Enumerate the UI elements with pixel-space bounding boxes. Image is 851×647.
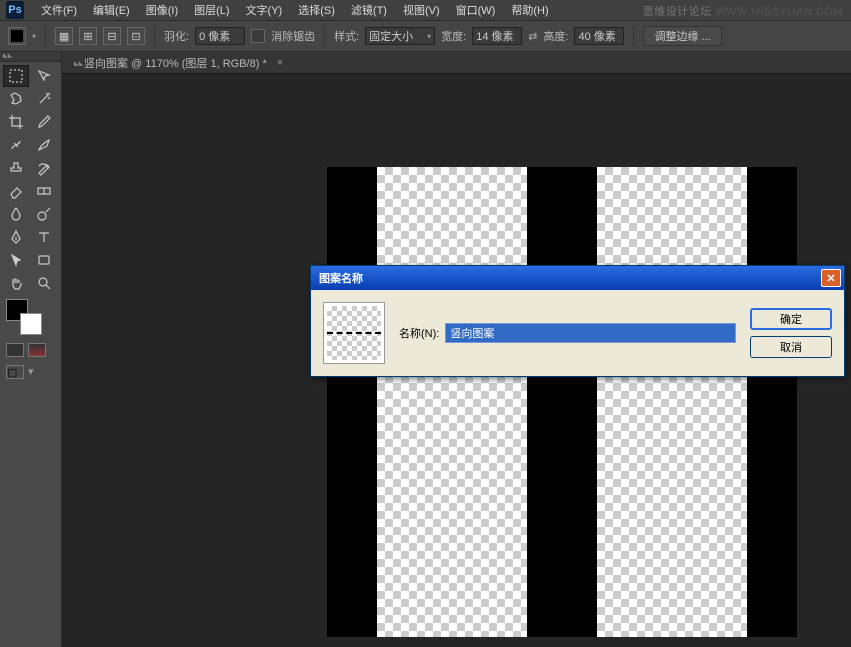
menu-type[interactable]: 文字(Y) bbox=[239, 0, 290, 20]
menu-help[interactable]: 帮助(H) bbox=[504, 0, 555, 20]
wand-tool-icon[interactable] bbox=[31, 88, 57, 110]
height-label: 高度: bbox=[543, 28, 568, 44]
brush-tool-icon[interactable] bbox=[31, 134, 57, 156]
options-bar: ▾ ▦ ⊞ ⊟ ⊡ 羽化: 消除锯齿 样式: 固定大小▾ 宽度: ⇄ 高度: 调… bbox=[0, 20, 851, 52]
swap-wh-icon[interactable]: ⇄ bbox=[528, 30, 537, 43]
menu-window[interactable]: 窗口(W) bbox=[449, 0, 503, 20]
menu-bar: Ps 文件(F) 编辑(E) 图像(I) 图层(L) 文字(Y) 选择(S) 滤… bbox=[0, 0, 851, 20]
antialias-checkbox[interactable] bbox=[251, 29, 265, 43]
crop-tool-icon[interactable] bbox=[3, 111, 29, 133]
close-icon[interactable]: ✕ bbox=[821, 269, 841, 287]
style-label: 样式: bbox=[334, 28, 359, 44]
pattern-name-dialog: 图案名称 ✕ 名称(N): 竖向图案 确定 取消 bbox=[310, 265, 845, 377]
refine-edge-button[interactable]: 调整边缘 ... bbox=[643, 26, 721, 46]
history-brush-tool-icon[interactable] bbox=[31, 157, 57, 179]
document-tab[interactable]: ◣◣ 竖向图案 @ 1170% (图层 1, RGB/8) * × bbox=[62, 52, 851, 74]
watermark: 思维设计论坛 WWW.MISSYUAN.COM bbox=[643, 3, 843, 19]
menu-file[interactable]: 文件(F) bbox=[34, 0, 84, 20]
zoom-tool-icon[interactable] bbox=[31, 272, 57, 294]
quickmask-mode-icon[interactable] bbox=[28, 343, 46, 357]
menu-edit[interactable]: 编辑(E) bbox=[86, 0, 137, 20]
type-tool-icon[interactable] bbox=[31, 226, 57, 248]
name-field-label: 名称(N): bbox=[399, 325, 439, 341]
document-tab-label: 竖向图案 @ 1170% (图层 1, RGB/8) * bbox=[84, 55, 267, 71]
menu-layer[interactable]: 图层(L) bbox=[187, 0, 236, 20]
screen-mode-icon[interactable]: ▢ bbox=[6, 365, 24, 379]
bool-add-icon[interactable]: ⊞ bbox=[79, 27, 97, 45]
tools-panel: ▢ ▾ bbox=[0, 52, 62, 647]
app-logo: Ps bbox=[6, 1, 24, 19]
feather-input[interactable] bbox=[195, 27, 245, 45]
canvas[interactable] bbox=[327, 167, 797, 637]
shape-tool-icon[interactable] bbox=[31, 249, 57, 271]
color-swatches[interactable] bbox=[0, 297, 61, 341]
standard-mode-icon[interactable] bbox=[6, 343, 24, 357]
marquee-preset-icon[interactable] bbox=[8, 27, 26, 45]
blur-tool-icon[interactable] bbox=[3, 203, 29, 225]
dialog-titlebar[interactable]: 图案名称 ✕ bbox=[311, 266, 844, 290]
bool-subtract-icon[interactable]: ⊟ bbox=[103, 27, 121, 45]
pattern-preview bbox=[323, 302, 385, 364]
pen-tool-icon[interactable] bbox=[3, 226, 29, 248]
marquee-tool-icon[interactable] bbox=[3, 65, 29, 87]
preset-dropdown-icon[interactable]: ▾ bbox=[32, 32, 36, 41]
background-swatch[interactable] bbox=[20, 313, 42, 335]
height-input[interactable] bbox=[574, 27, 624, 45]
menu-select[interactable]: 选择(S) bbox=[291, 0, 342, 20]
style-dropdown[interactable]: 固定大小▾ bbox=[365, 27, 435, 45]
pattern-name-input[interactable]: 竖向图案 bbox=[445, 323, 736, 343]
lasso-tool-icon[interactable] bbox=[3, 88, 29, 110]
dodge-tool-icon[interactable] bbox=[31, 203, 57, 225]
width-label: 宽度: bbox=[441, 28, 466, 44]
menu-filter[interactable]: 滤镜(T) bbox=[344, 0, 394, 20]
width-input[interactable] bbox=[472, 27, 522, 45]
cancel-button[interactable]: 取消 bbox=[750, 336, 832, 358]
stamp-tool-icon[interactable] bbox=[3, 157, 29, 179]
bool-intersect-icon[interactable]: ⊡ bbox=[127, 27, 145, 45]
hand-tool-icon[interactable] bbox=[3, 272, 29, 294]
menu-image[interactable]: 图像(I) bbox=[139, 0, 185, 20]
move-tool-icon[interactable] bbox=[31, 65, 57, 87]
screen-mode-dropdown-icon[interactable]: ▾ bbox=[28, 365, 34, 379]
antialias-label: 消除锯齿 bbox=[271, 28, 315, 44]
dialog-title: 图案名称 bbox=[319, 270, 363, 286]
close-tab-icon[interactable]: × bbox=[277, 57, 283, 69]
eraser-tool-icon[interactable] bbox=[3, 180, 29, 202]
ok-button[interactable]: 确定 bbox=[750, 308, 832, 330]
eyedropper-tool-icon[interactable] bbox=[31, 111, 57, 133]
path-select-tool-icon[interactable] bbox=[3, 249, 29, 271]
feather-label: 羽化: bbox=[164, 28, 189, 44]
bool-new-icon[interactable]: ▦ bbox=[55, 27, 73, 45]
healing-brush-tool-icon[interactable] bbox=[3, 134, 29, 156]
gradient-tool-icon[interactable] bbox=[31, 180, 57, 202]
menu-view[interactable]: 视图(V) bbox=[396, 0, 447, 20]
tools-drag-handle[interactable] bbox=[0, 52, 61, 62]
